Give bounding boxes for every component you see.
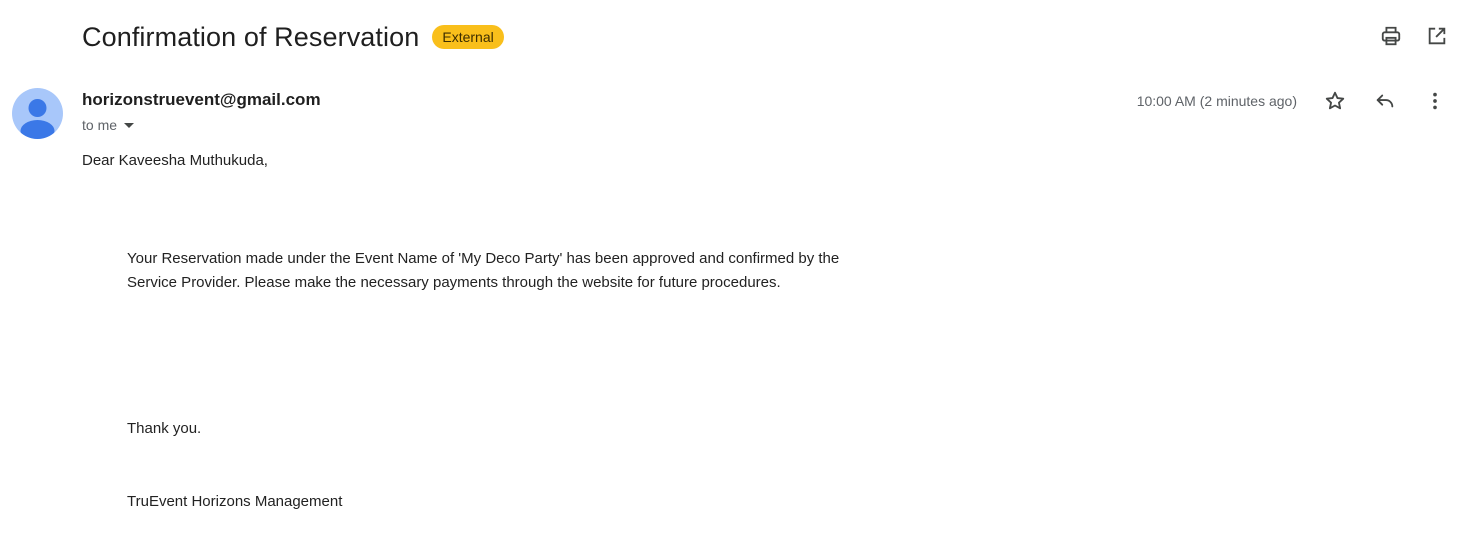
open-in-new-window-button[interactable] [1425, 24, 1449, 48]
timestamp: 10:00 AM (2 minutes ago) [1136, 93, 1297, 109]
paragraph-line-2: Service Provider. Please make the necess… [127, 274, 781, 291]
open-in-new-icon [1428, 27, 1446, 45]
more-options-button[interactable] [1423, 89, 1447, 113]
external-badge: External [432, 25, 504, 49]
recipient-dropdown[interactable]: to me [82, 117, 135, 133]
message-meta: 10:00 AM (2 minutes ago) [1137, 89, 1447, 113]
email-subject: Confirmation of Reservation [82, 21, 420, 52]
sender-avatar[interactable] [12, 88, 63, 139]
star-icon [1325, 91, 1345, 110]
email-signature: TruEvent Horizons Management [127, 493, 343, 510]
person-icon [20, 99, 55, 139]
email-greeting: Dear Kaveesha Muthukuda, [82, 152, 268, 169]
subject-row: Confirmation of Reservation External [82, 18, 504, 56]
sender-email[interactable]: horizonstruevent@gmail.com [82, 90, 321, 110]
email-closing: Thank you. [127, 420, 202, 437]
print-icon [1381, 26, 1401, 46]
print-button[interactable] [1379, 24, 1403, 48]
more-vert-icon [1433, 92, 1437, 110]
recipient-label: to me [82, 117, 118, 133]
email-paragraph: Your Reservation made under the Event Na… [127, 247, 839, 295]
top-toolbar [1379, 24, 1449, 48]
reply-icon [1376, 94, 1394, 108]
reply-button[interactable] [1373, 89, 1397, 113]
star-button[interactable] [1323, 89, 1347, 113]
caret-down-icon [124, 122, 135, 128]
message-actions [1323, 89, 1447, 113]
paragraph-line-1: Your Reservation made under the Event Na… [127, 250, 840, 267]
